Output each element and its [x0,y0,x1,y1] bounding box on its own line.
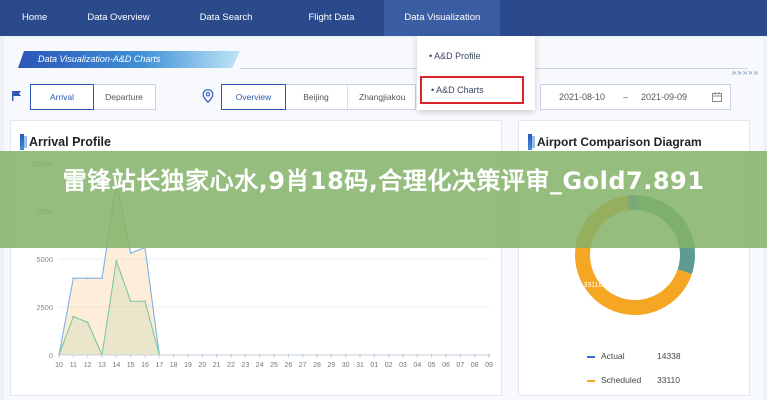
arrival-title: Arrival Profile [29,135,111,149]
x-tick-label: 13 [98,362,106,369]
legend-swatch-scheduled [587,380,595,382]
x-tick-label: 31 [356,362,364,369]
title-accent-secondary [24,136,27,148]
x-tick-label: 16 [141,362,149,369]
nav-data-overview[interactable]: Data Overview [73,0,183,36]
menu-item-ad-profile[interactable]: • A&D Profile [417,42,535,70]
date-separator: – [623,92,629,102]
calendar-icon[interactable] [712,92,722,102]
nav-data-search[interactable]: Data Search [184,0,289,36]
decorative-arrows: »»»»» [731,68,759,77]
x-tick-label: 25 [270,362,278,369]
data-point [72,315,75,318]
nav-home[interactable]: Home [0,0,73,36]
x-tick-label: 14 [112,362,120,369]
nav-flight-data[interactable]: Flight Data [288,0,384,36]
data-point [86,321,89,324]
data-point [101,277,103,280]
data-point [72,277,75,280]
nav-data-visualization[interactable]: Data Visualization [384,0,501,36]
overlay-text: 雷锋站长独家心水,9肖18码,合理化决策评审_Gold7.891 [62,167,705,195]
arrival-button[interactable]: Arrival [30,84,94,110]
airport-toggle: Overview Beijing Zhangjiakou [221,84,416,110]
x-tick-label: 03 [399,362,407,369]
x-tick-label: 12 [84,362,92,369]
x-tick-label: 15 [127,362,135,369]
legend-label-actual: Actual [601,351,625,361]
x-tick-label: 30 [342,362,350,369]
x-tick-label: 07 [456,362,464,369]
x-tick-label: 22 [227,362,235,369]
x-tick-label: 17 [155,362,163,369]
direction-toggle: Arrival Departure [30,84,156,110]
x-tick-label: 11 [70,362,77,369]
airport-title: Airport Comparison Diagram [537,135,702,149]
y-tick-label: 2500 [36,303,53,312]
date-range-picker[interactable]: 2021-08-10 – 2021-09-09 [540,84,731,110]
x-tick-label: 05 [428,362,436,369]
x-tick-label: 24 [256,362,264,369]
x-tick-label: 26 [284,362,292,369]
section-title: Data Visualization-A&D Charts [38,54,161,64]
legend-actual: Actual 14338 [547,350,727,364]
x-tick-label: 08 [471,362,479,369]
data-point [144,300,146,303]
overview-button[interactable]: Overview [221,84,286,110]
beijing-button[interactable]: Beijing [285,85,348,109]
title-accent-secondary [532,136,535,148]
data-point [129,300,132,303]
x-tick-label: 04 [413,362,421,369]
x-tick-label: 02 [385,362,393,369]
slice-label-scheduled: 33110 [584,282,603,289]
y-tick-label: 5000 [36,255,53,264]
legend-scheduled: Scheduled 33110 [547,374,727,388]
x-tick-label: 06 [442,362,450,369]
x-tick-label: 20 [198,362,206,369]
overlay-banner: 雷锋站长独家心水,9肖18码,合理化决策评审_Gold7.891 [0,151,767,248]
filter-row: Arrival Departure Overview Beijing Zhang… [4,84,763,110]
date-to[interactable]: 2021-09-09 [641,85,687,109]
x-tick-label: 10 [55,362,63,369]
x-tick-label: 19 [184,362,192,369]
legend-label-scheduled: Scheduled [601,375,642,385]
x-tick-label: 28 [313,362,321,369]
x-tick-label: 27 [299,362,307,369]
location-pin-icon [202,89,214,103]
y-tick-label: 0 [49,351,53,360]
x-tick-label: 21 [213,362,221,369]
data-point [86,277,89,280]
departure-button[interactable]: Departure [93,85,155,109]
x-tick-label: 01 [370,362,378,369]
visualization-dropdown: • A&D Profile • A&D Charts [417,36,535,110]
legend-swatch-actual [587,356,595,358]
flag-icon [12,91,21,101]
legend-value-scheduled: 33110 [657,375,681,385]
x-tick-label: 18 [170,362,178,369]
data-point [115,260,118,262]
top-nav: Home Data Overview Data Search Flight Da… [0,0,767,36]
legend-value-actual: 14338 [657,351,681,361]
menu-item-ad-charts[interactable]: • A&D Charts [420,76,524,104]
x-tick-label: 23 [241,362,249,369]
data-point [129,252,132,255]
x-tick-label: 09 [485,362,493,369]
x-tick-label: 29 [327,362,335,369]
section-banner: Data Visualization-A&D Charts [18,51,240,68]
zhangjiakou-button[interactable]: Zhangjiakou [348,85,413,109]
date-from[interactable]: 2021-08-10 [559,85,605,109]
